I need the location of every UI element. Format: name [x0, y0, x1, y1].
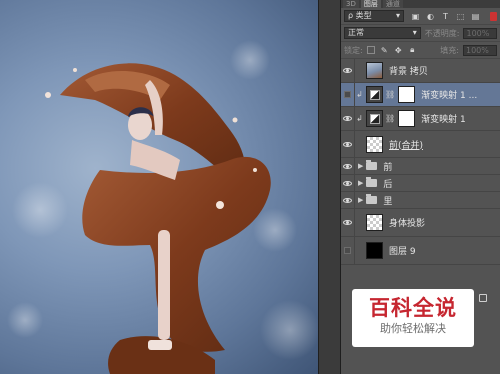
watermark-title: 百科全说: [369, 296, 457, 320]
layer-row[interactable]: 图层 9: [341, 237, 500, 265]
tab-channels[interactable]: 通道: [382, 0, 403, 8]
folder-icon: [366, 177, 378, 187]
adjustment-thumbnail: [366, 110, 383, 127]
watermark-badge: 百科全说 助你轻松解决: [352, 289, 474, 347]
smart-object-filter-icon[interactable]: ▤: [471, 12, 480, 21]
filter-row: ρ 类型 ▾ ▣ ◐ T ⬚ ▤: [341, 8, 500, 25]
eye-icon: [343, 68, 352, 73]
lock-row: 锁定: ✎ ✥ 🔒︎ 填充: 100%: [341, 42, 500, 59]
layer-filter-select[interactable]: ρ 类型 ▾: [344, 10, 404, 22]
visibility-toggle[interactable]: [341, 59, 355, 82]
layer-name[interactable]: 渐变映射 1: [421, 112, 466, 125]
layer-name[interactable]: 图层 9: [389, 244, 416, 257]
adjustment-filter-icon[interactable]: ◐: [426, 12, 435, 21]
layer-name[interactable]: 前(合并): [389, 138, 423, 151]
watermark-subtitle: 助你轻松解决: [380, 322, 446, 335]
blend-row: 正常 ▾ 不透明度: 100%: [341, 25, 500, 42]
chevron-down-icon: ▾: [395, 11, 400, 20]
layers-list: 背景 拷贝 ↲ ⛓ 渐变映射 1 ... ↲ ⛓ 渐变映射 1 前(合并) ▶ …: [341, 59, 500, 265]
adjustment-thumbnail: [366, 86, 383, 103]
hidden-eye-icon: [344, 91, 351, 98]
group-row[interactable]: ▶ 里: [341, 192, 500, 209]
blend-mode-select[interactable]: 正常 ▾: [344, 27, 421, 39]
visibility-toggle[interactable]: [341, 158, 355, 174]
folder-icon: [366, 160, 378, 170]
expand-arrow-icon[interactable]: ▶: [358, 162, 363, 170]
eye-icon: [343, 220, 352, 225]
eye-icon: [343, 180, 352, 186]
layer-row[interactable]: 前(合并): [341, 131, 500, 158]
mask-thumbnail[interactable]: [398, 110, 416, 127]
eye-icon: [343, 197, 352, 203]
lock-move-icon[interactable]: ✥: [394, 46, 403, 55]
lock-label: 锁定:: [344, 45, 363, 55]
filter-toggle[interactable]: [490, 11, 497, 21]
eye-icon: [343, 141, 352, 147]
clip-arrow-icon: ↲: [356, 90, 363, 99]
layer-thumbnail: [366, 242, 383, 259]
chevron-down-icon: ▾: [412, 28, 417, 37]
layer-name[interactable]: 渐变映射 1 ...: [421, 88, 477, 101]
layer-thumbnail: [366, 214, 383, 231]
visibility-toggle[interactable]: [341, 131, 355, 157]
layer-row[interactable]: 背景 拷贝: [341, 59, 500, 83]
layer-filter-label: ρ 类型: [348, 11, 372, 20]
layer-thumbnail: [366, 62, 383, 79]
artwork-image: [7, 40, 318, 374]
filter-icons: ▣ ◐ T ⬚ ▤: [411, 12, 480, 21]
opacity-input[interactable]: 100%: [463, 27, 497, 39]
visibility-toggle[interactable]: [341, 209, 355, 236]
expand-arrow-icon[interactable]: ▶: [358, 179, 363, 187]
group-name[interactable]: 后: [383, 177, 392, 190]
lock-icons: ✎ ✥ 🔒︎: [366, 45, 417, 55]
document-canvas[interactable]: [0, 0, 318, 374]
layer-name[interactable]: 背景 拷贝: [389, 64, 428, 77]
eye-icon: [343, 116, 352, 121]
expand-arrow-icon[interactable]: ▶: [358, 196, 363, 204]
folder-icon: [366, 194, 378, 204]
layer-row[interactable]: ↲ ⛓ 渐变映射 1 ...: [341, 83, 500, 107]
visibility-toggle[interactable]: [341, 107, 355, 130]
link-icon[interactable]: ⛓: [385, 114, 395, 123]
visibility-toggle[interactable]: [341, 192, 355, 208]
lock-icon: [479, 294, 487, 302]
fill-label: 填充:: [440, 45, 459, 55]
group-name[interactable]: 前: [383, 160, 392, 173]
blend-mode-value: 正常: [348, 28, 364, 37]
opacity-label: 不透明度:: [424, 28, 460, 38]
lock-all-icon[interactable]: 🔒︎: [408, 45, 417, 55]
tab-3d[interactable]: 3D: [343, 0, 359, 8]
fill-input[interactable]: 100%: [463, 44, 497, 56]
pixel-filter-icon[interactable]: ▣: [411, 12, 420, 21]
type-filter-icon[interactable]: T: [441, 12, 450, 21]
visibility-toggle[interactable]: [341, 175, 355, 191]
layer-row[interactable]: 身体投影: [341, 209, 500, 237]
lock-transparent-icon[interactable]: [366, 46, 375, 54]
layer-thumbnail: [366, 135, 383, 153]
mask-thumbnail[interactable]: [398, 86, 416, 103]
layer-row[interactable]: ↲ ⛓ 渐变映射 1: [341, 107, 500, 131]
shape-filter-icon[interactable]: ⬚: [456, 12, 465, 21]
visibility-toggle[interactable]: [341, 237, 355, 264]
eye-icon: [343, 163, 352, 169]
canvas-scroll-edge: [318, 0, 340, 374]
group-row[interactable]: ▶ 后: [341, 175, 500, 192]
group-name[interactable]: 里: [383, 194, 392, 207]
clip-arrow-icon: ↲: [356, 114, 363, 123]
layer-name[interactable]: 身体投影: [389, 216, 425, 229]
tab-layers[interactable]: 图层: [360, 0, 381, 8]
visibility-toggle[interactable]: [341, 83, 355, 106]
link-icon[interactable]: ⛓: [385, 90, 395, 99]
panel-tabs: 3D 图层 通道: [341, 0, 500, 8]
lock-paint-icon[interactable]: ✎: [380, 46, 389, 55]
hidden-eye-icon: [344, 247, 351, 254]
group-row[interactable]: ▶ 前: [341, 158, 500, 175]
